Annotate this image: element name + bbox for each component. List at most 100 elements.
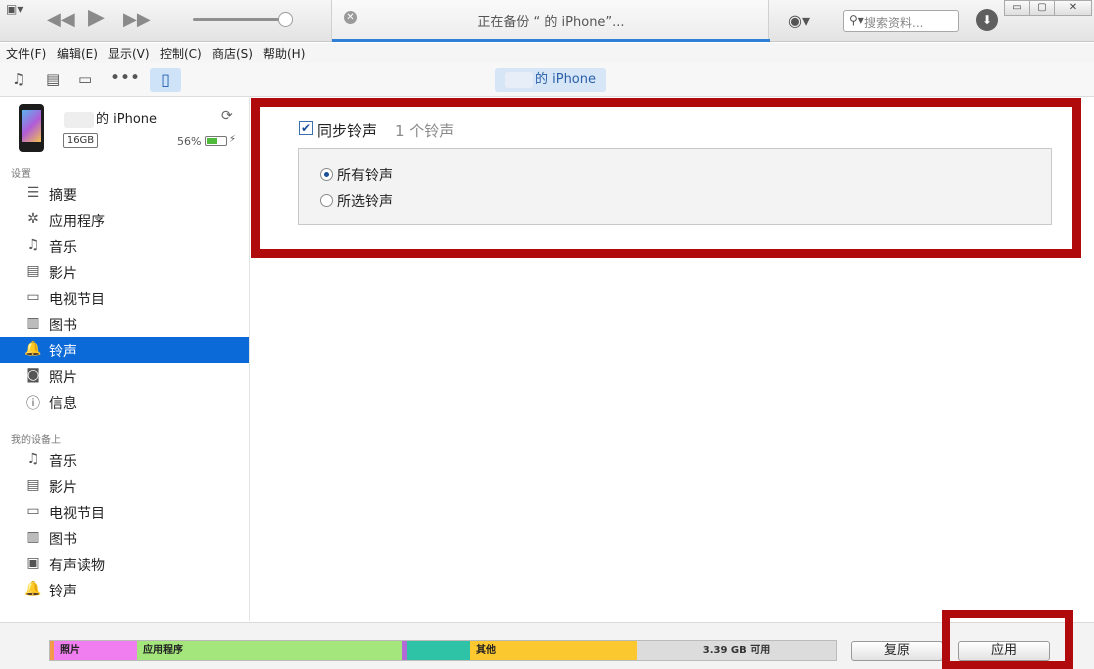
book-icon: ▥ xyxy=(26,315,40,331)
apps-icon: ✲ xyxy=(27,211,39,227)
sidebar-item[interactable]: ▤ 影片 xyxy=(0,259,249,285)
bell-icon: 🔔 xyxy=(24,581,42,597)
previous-track-button[interactable]: ◀◀ xyxy=(47,10,75,30)
maximize-button[interactable]: ▢ xyxy=(1029,0,1055,16)
settings-header: 设置 xyxy=(11,169,31,180)
restore-button[interactable]: 复原 xyxy=(851,641,943,661)
battery-level xyxy=(207,138,217,144)
search-input[interactable]: ⚲▾ 搜索资料... xyxy=(843,10,959,32)
status-display: ✕ 正在备份 “ 的 iPhone”... xyxy=(331,0,770,42)
sidebar-item-label: 铃声 xyxy=(49,584,77,600)
device-pill-label: 的 iPhone xyxy=(534,72,596,87)
film-icon: ▤ xyxy=(26,263,40,279)
storage-segment: 照片 xyxy=(54,641,137,660)
backup-status-text: 正在备份 “ 的 iPhone”... xyxy=(477,15,625,30)
film-icon[interactable]: ▤ xyxy=(46,70,60,88)
tv-icon: ▭ xyxy=(26,289,40,305)
sidebar-item[interactable]: ♫ 音乐 xyxy=(0,447,249,473)
minimize-button[interactable]: ▭ xyxy=(1004,0,1030,16)
camera-icon: ◙ xyxy=(26,367,40,383)
play-button[interactable]: ▶ xyxy=(88,7,105,29)
sidebar-item[interactable]: ▥ 图书 xyxy=(0,311,249,337)
window-menu-icon[interactable]: ▣▾ xyxy=(6,2,23,16)
charging-icon: ⚡ xyxy=(229,134,237,145)
annotation-highlight xyxy=(942,610,1073,669)
backup-progress-bar xyxy=(332,39,770,42)
account-icon[interactable]: ◉▾ xyxy=(788,11,810,30)
menu-view[interactable]: 显示(V) xyxy=(108,45,150,62)
itunes-window: ▣▾ ◀◀ ▶ ▶▶ ✕ 正在备份 “ 的 iPhone”... ◉▾ ⚲▾ 搜… xyxy=(0,0,1094,669)
menu-help[interactable]: 帮助(H) xyxy=(263,45,305,62)
sidebar-item-label: 音乐 xyxy=(49,454,77,470)
sidebar-item-label: 照片 xyxy=(49,370,77,386)
battery-percent: 56% xyxy=(177,135,202,148)
sidebar-item-label: 电视节目 xyxy=(49,292,105,308)
volume-knob[interactable] xyxy=(278,12,293,27)
music-icon: ♫ xyxy=(26,237,40,253)
sidebar-item-label: 应用程序 xyxy=(49,214,105,230)
phone-screen xyxy=(22,110,41,142)
book-icon: ▥ xyxy=(26,529,40,545)
next-track-button[interactable]: ▶▶ xyxy=(123,10,151,30)
sidebar-item[interactable]: ▭ 电视节目 xyxy=(0,285,249,311)
media-toolbar: ♫ ▤ ▭ ••• ▯ 的 iPhone xyxy=(0,63,1094,97)
bell-icon: 🔔 xyxy=(24,341,42,357)
free-space-label: 3.39 GB 可用 xyxy=(702,645,771,656)
redacted-name xyxy=(64,111,94,128)
sidebar-item[interactable]: ▤ 影片 xyxy=(0,473,249,499)
music-icon: ♫ xyxy=(26,451,40,467)
sidebar-item[interactable]: ◙ 照片 xyxy=(0,363,249,389)
sidebar-item[interactable]: ♫ 音乐 xyxy=(0,233,249,259)
bottom-bar: 照片 应用程序 其他 3.39 GB 可用 复原 应用 xyxy=(0,622,1094,669)
menu-bar: 文件(F) 编辑(E) 显示(V) 控制(C) 商店(S) 帮助(H) xyxy=(0,43,1094,63)
tv-icon[interactable]: ▭ xyxy=(78,70,92,88)
device-name-label: 的 iPhone xyxy=(96,112,158,127)
menu-store[interactable]: 商店(S) xyxy=(212,45,253,62)
tv-icon: ▭ xyxy=(26,503,40,519)
menu-edit[interactable]: 编辑(E) xyxy=(57,45,98,62)
sidebar-item[interactable]: 🔔 铃声 xyxy=(0,577,249,603)
sidebar-item[interactable]: ▭ 电视节目 xyxy=(0,499,249,525)
sidebar-item[interactable]: ⓘ 信息 xyxy=(0,389,249,415)
device-name-pill[interactable]: 的 iPhone xyxy=(495,68,606,92)
capacity-badge: 16GB xyxy=(63,133,98,148)
device-button[interactable]: ▯ xyxy=(150,68,181,92)
volume-slider[interactable] xyxy=(193,18,288,21)
sidebar-item-label: 影片 xyxy=(49,266,77,282)
device-header: 我的设备上 xyxy=(11,435,61,446)
menu-controls[interactable]: 控制(C) xyxy=(160,45,202,62)
sidebar-item-label: 图书 xyxy=(49,318,77,334)
sidebar-item-label: 音乐 xyxy=(49,240,77,256)
menu-file[interactable]: 文件(F) xyxy=(6,45,46,62)
close-window-button[interactable]: ✕ xyxy=(1054,0,1092,16)
sidebar-item-label: 影片 xyxy=(49,480,77,496)
storage-usage-bar: 照片 应用程序 其他 3.39 GB 可用 xyxy=(49,640,837,661)
sidebar-item[interactable]: ☰ 摘要 xyxy=(0,181,249,207)
iphone-icon xyxy=(19,104,44,152)
music-icon[interactable]: ♫ xyxy=(12,70,25,88)
sidebar-item-label: 铃声 xyxy=(49,344,77,360)
storage-segment: 应用程序 xyxy=(137,641,402,660)
sidebar: 的 iPhone 16GB 56% ⚡ ⟳ 设置 ☰ 摘要 ✲ 应用程序 ♫ 音乐 ▤ 影片 ▭… xyxy=(0,98,250,621)
info-icon: ⓘ xyxy=(26,396,40,412)
more-icon[interactable]: ••• xyxy=(110,68,140,88)
summary-icon: ☰ xyxy=(26,185,40,201)
sidebar-item-label: 摘要 xyxy=(49,188,77,204)
battery-icon xyxy=(205,136,227,146)
device-name[interactable]: 的 iPhone xyxy=(64,108,157,128)
search-icon: ⚲▾ xyxy=(849,13,864,27)
redacted-name xyxy=(504,71,533,88)
sidebar-item[interactable]: 🔔 铃声 xyxy=(0,337,249,363)
sidebar-item[interactable]: ▣ 有声读物 xyxy=(0,551,249,577)
title-bar: ▣▾ ◀◀ ▶ ▶▶ ✕ 正在备份 “ 的 iPhone”... ◉▾ ⚲▾ 搜… xyxy=(0,0,1094,42)
sidebar-item[interactable]: ✲ 应用程序 xyxy=(0,207,249,233)
download-icon[interactable]: ⬇ xyxy=(976,9,998,31)
search-placeholder: 搜索资料... xyxy=(864,16,924,30)
annotation-highlight xyxy=(251,98,1081,258)
sidebar-item-label: 信息 xyxy=(49,396,77,412)
sidebar-item-label: 电视节目 xyxy=(49,506,105,522)
sync-icon[interactable]: ⟳ xyxy=(221,108,233,124)
film-icon: ▤ xyxy=(26,477,40,493)
sidebar-item[interactable]: ▥ 图书 xyxy=(0,525,249,551)
sidebar-item-label: 图书 xyxy=(49,532,77,548)
